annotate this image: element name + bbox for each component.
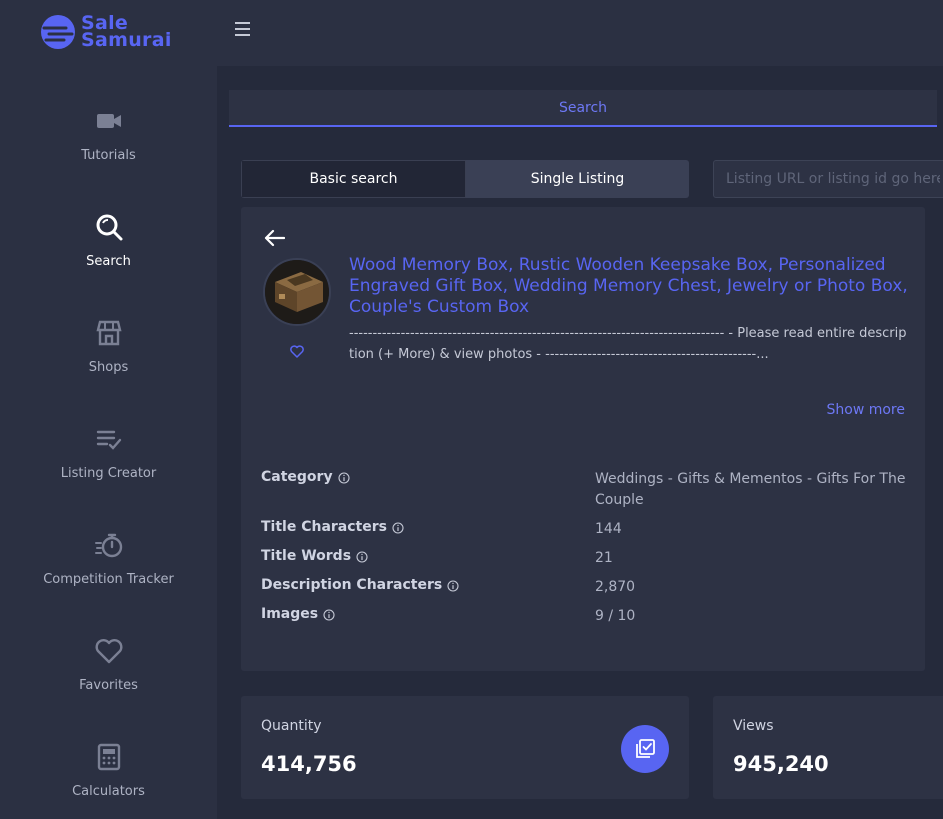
back-arrow-icon[interactable]	[263, 229, 285, 247]
info-icon[interactable]	[356, 551, 368, 563]
property-value: 9 / 10	[595, 608, 636, 624]
stacked-check-icon	[636, 739, 655, 758]
sidebar-item-tutorials[interactable]: Tutorials	[0, 66, 217, 172]
property-value: 2,870	[595, 579, 636, 595]
property-label: Images	[261, 606, 319, 622]
search-mode-toggle: Basic search Single Listing	[241, 160, 689, 198]
listing-title-link[interactable]: Wood Memory Box, Rustic Wooden Keepsake …	[349, 255, 909, 318]
property-row-title-characters: Title Characters 144	[261, 519, 911, 540]
sidebar-item-search[interactable]: Search	[0, 172, 217, 278]
logo-text-line2: Samurai	[81, 29, 172, 51]
sidebar: Tutorials Search Shops Listing Creator C…	[0, 66, 217, 819]
wooden-box-image	[265, 260, 329, 324]
listing-properties: Category Weddings - Gifts & Mementos - G…	[261, 469, 911, 635]
favorite-heart-icon[interactable]	[290, 345, 304, 358]
basic-search-button[interactable]: Basic search	[241, 160, 466, 198]
property-value: 21	[595, 550, 613, 566]
heart-icon	[95, 639, 122, 664]
sidebar-item-label: Competition Tracker	[43, 572, 174, 587]
sidebar-item-shops[interactable]: Shops	[0, 278, 217, 384]
listing-url-input[interactable]	[713, 160, 943, 198]
quantity-stat-card: Quantity 414,756	[241, 696, 689, 799]
sidebar-item-label: Shops	[88, 360, 129, 375]
shop-icon	[95, 320, 122, 346]
views-stat-card: Views 945,240	[713, 696, 943, 799]
search-icon	[96, 214, 122, 241]
sidebar-item-label: Favorites	[79, 678, 138, 693]
property-row-images: Images 9 / 10	[261, 606, 911, 627]
listing-description: ----------------------------------------…	[349, 326, 907, 362]
logo-text: Sale Samurai	[81, 14, 172, 51]
sidebar-item-label: Listing Creator	[60, 466, 157, 481]
info-icon[interactable]	[338, 472, 350, 484]
listing-card: Wood Memory Box, Rustic Wooden Keepsake …	[241, 207, 925, 671]
property-value: Weddings - Gifts & Mementos - Gifts For …	[595, 471, 906, 508]
property-label: Title Characters	[261, 519, 387, 535]
stat-value: 414,756	[261, 752, 357, 776]
info-icon[interactable]	[392, 522, 404, 534]
logo-mark-icon	[41, 15, 75, 49]
sidebar-item-competition-tracker[interactable]: Competition Tracker	[0, 490, 217, 596]
stat-label: Quantity	[261, 718, 322, 734]
single-listing-button[interactable]: Single Listing	[466, 160, 689, 198]
info-icon[interactable]	[323, 609, 335, 621]
show-more-link[interactable]: Show more	[827, 402, 906, 418]
logo[interactable]: Sale Samurai	[40, 14, 172, 50]
listing-thumbnail	[263, 258, 331, 326]
info-icon[interactable]	[447, 580, 459, 592]
property-row-title-words: Title Words 21	[261, 548, 911, 569]
tab-search[interactable]: Search	[229, 90, 937, 127]
property-label: Category	[261, 469, 333, 485]
sidebar-item-calculators[interactable]: Calculators	[0, 702, 217, 808]
calculator-icon	[97, 743, 120, 771]
list-check-icon	[96, 430, 121, 450]
sidebar-item-label: Search	[86, 254, 131, 269]
menu-toggle-icon[interactable]	[235, 22, 250, 36]
property-row-description-characters: Description Characters 2,870	[261, 577, 911, 598]
property-label: Description Characters	[261, 577, 443, 593]
quantity-badge	[621, 725, 669, 773]
tab-search-label: Search	[558, 99, 608, 116]
sidebar-item-favorites[interactable]: Favorites	[0, 596, 217, 702]
sidebar-item-label: Calculators	[72, 784, 145, 799]
stat-value: 945,240	[733, 752, 829, 776]
stopwatch-icon	[94, 533, 122, 558]
property-value: 144	[595, 521, 622, 537]
video-camera-icon	[96, 114, 121, 128]
property-row-category: Category Weddings - Gifts & Mementos - G…	[261, 469, 911, 511]
top-bar: Sale Samurai	[0, 0, 943, 66]
property-label: Title Words	[261, 548, 352, 564]
sidebar-item-label: Tutorials	[81, 148, 136, 163]
stat-label: Views	[733, 718, 774, 734]
sidebar-item-listing-creator[interactable]: Listing Creator	[0, 384, 217, 490]
